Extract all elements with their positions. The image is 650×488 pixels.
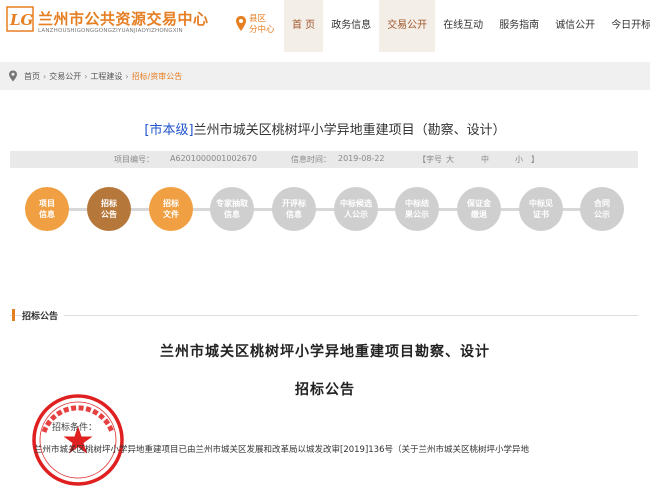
info-date: 2019-08-22 [338,154,385,163]
project-code: A6201000001002670 [170,154,257,163]
nav-trade-public[interactable]: 交易公开 [379,0,436,52]
site-subtitle: LANZHOUSHIGONGGONGZIYUANJIAOYIZHONGXIN [38,28,183,34]
step-label: 项目 信息 [39,199,55,219]
step-label: 中标结 果公示 [405,199,429,219]
step-result-publicity[interactable]: 中标结 果公示 [395,187,439,231]
info-date-label: 信息时间： [291,155,331,164]
breadcrumb-engineering[interactable]: 工程建设 [90,71,122,82]
county-line2: 分中心 [249,25,275,35]
breadcrumb-separator: › [43,71,47,81]
breadcrumb-separator: › [125,71,129,81]
project-info-strip: 项目编号： A6201000001002670 信息时间： 2019-08-22… [10,151,638,168]
step-bid-opening-info[interactable]: 开评标 信息 [272,187,316,231]
nav-credit-public[interactable]: 诚信公开 [547,0,603,52]
step-bid-documents[interactable]: 招标 文件 [149,187,193,231]
svg-text:LG: LG [9,11,34,29]
county-line1: 县区 [249,14,267,24]
breadcrumb: 首页 › 交易公开 › 工程建设 › 招标/资审公告 [8,62,182,90]
step-label: 开评标 信息 [282,199,306,219]
step-bid-notice[interactable]: 招标 公告 [87,187,131,231]
nav-home[interactable]: 首 页 [284,0,324,52]
step-label: 合同 公示 [594,199,610,219]
step-label: 中标候选 人公示 [340,199,372,219]
step-label: 招标 文件 [163,199,179,219]
nav-service-guide[interactable]: 服务指南 [491,0,547,52]
step-candidate-publicity[interactable]: 中标候选 人公示 [334,187,378,231]
project-code-label: 项目编号： [114,155,154,164]
section-heading-conditions: 招标条件： [52,423,98,433]
step-contract-publicity[interactable]: 合同 公示 [580,187,624,231]
font-size-small[interactable]: 小 [515,154,523,165]
nav-online-interaction[interactable]: 在线互动 [435,0,491,52]
section-marker [12,309,15,321]
nav-today-bid-opening[interactable]: 今日开标 [603,0,650,52]
document-title: 兰州市城关区桃树坪小学异地重建项目勘察、设计 [160,344,490,360]
breadcrumb-trade-public[interactable]: 交易公开 [49,71,81,82]
font-size-close: 】 [531,155,539,164]
location-pin-icon[interactable] [235,15,247,33]
step-expert-selection[interactable]: 专家抽取 信息 [210,187,254,231]
breadcrumb-home[interactable]: 首页 [24,71,40,82]
font-size-large[interactable]: 大 [446,154,454,165]
step-label: 中标见 证书 [529,199,553,219]
breadcrumb-separator: › [84,71,88,81]
project-title: [市本级]兰州市城关区桃树坪小学异地重建项目（勘察、设计） [0,119,650,138]
section-title: 招标公告 [22,309,65,322]
breadcrumb-current[interactable]: 招标/资审公告 [132,71,183,82]
main-nav: 首 页 政务信息 交易公开 在线互动 服务指南 诚信公开 今日开标 [284,0,650,52]
site-title: 兰州市公共资源交易中心 [38,10,209,28]
step-award-certificate[interactable]: 中标见 证书 [519,187,563,231]
font-size-medium[interactable]: 中 [481,154,489,165]
section-divider [10,315,638,316]
breadcrumb-pin-icon [9,70,17,82]
lg-logo-icon[interactable]: LG [6,6,34,32]
step-label: 招标 公告 [101,199,117,219]
step-project-info[interactable]: 项目 信息 [25,187,69,231]
process-steps: 项目 信息 招标 公告 招标 文件 专家抽取 信息 开评标 信息 中标候选 人公示 中标结果… [0,185,650,235]
county-branch-link[interactable]: 县区 分中心 [249,14,279,36]
official-seal-icon [32,394,124,486]
project-level-tag: [市本级] [144,123,194,138]
nav-government-info[interactable]: 政务信息 [323,0,379,52]
breadcrumb-bar: 首页 › 交易公开 › 工程建设 › 招标/资审公告 [0,62,650,90]
step-label: 专家抽取 信息 [216,199,248,219]
site-header: LG 兰州市公共资源交易中心 LANZHOUSHIGONGGONGZIYUANJ… [0,0,650,52]
step-deposit-refund[interactable]: 保证金 缴退 [457,187,501,231]
step-label: 保证金 缴退 [467,199,491,219]
document-paragraph: 兰州市城关区桃树坪小学异地重建项目已由兰州市城关区发展和改革局以城发改审[201… [34,445,529,455]
project-name: 兰州市城关区桃树坪小学异地重建项目（勘察、设计） [193,123,506,138]
font-size-label: 【字号 [418,155,442,164]
